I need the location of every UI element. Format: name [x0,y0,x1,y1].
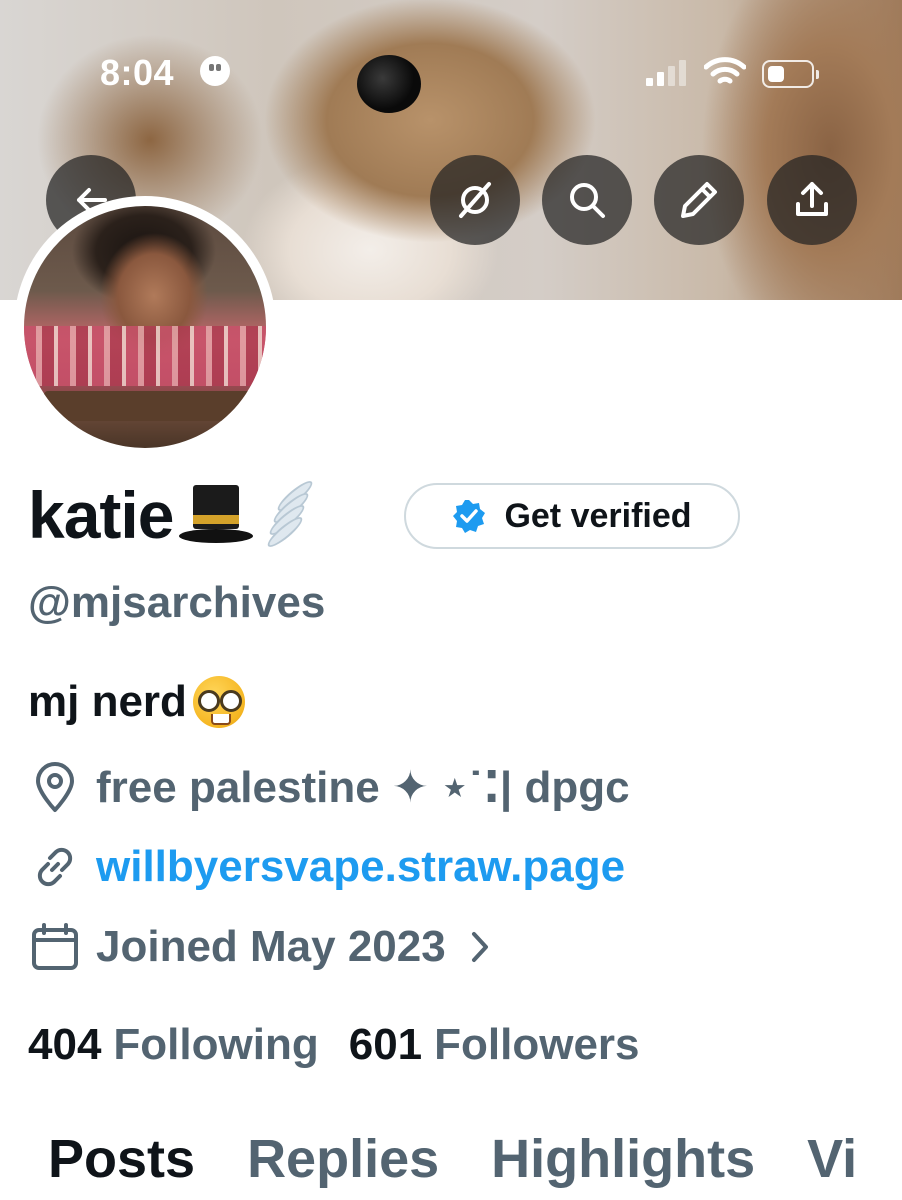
profile-website[interactable]: willbyersvape.straw.page [28,840,625,894]
profile-location: free palestine ✦ ⋆˙⁚| dpgc [28,760,630,814]
edit-profile-button[interactable] [654,155,744,245]
following-label: Following [113,1020,319,1069]
map-pin-icon [36,762,74,812]
tab-highlights[interactable]: Highlights [491,1128,755,1190]
calendar-icon [32,923,78,970]
nerd-face-emoji-icon [192,676,245,728]
location-text: free palestine ✦ ⋆˙⁚| dpgc [96,762,630,812]
follow-stats: 404 Following 601 Followers [28,1020,640,1070]
grok-button[interactable] [430,155,520,245]
get-verified-label: Get verified [504,496,692,535]
wing-emoji-icon [264,477,317,551]
status-time: 8:04 [100,52,175,93]
link-icon [37,847,73,887]
joined-text: Joined May 2023 [96,922,446,971]
search-button[interactable] [542,155,632,245]
followers-count: 601 [348,1020,423,1069]
share-button[interactable] [767,155,857,245]
pencil-icon [681,182,717,218]
get-verified-button[interactable]: Get verified [404,483,740,549]
profile-handle: @mjsarchives [28,578,326,627]
website-link[interactable]: willbyersvape.straw.page [96,842,625,892]
name-row: katie [28,477,317,552]
profile-avatar[interactable] [14,196,276,458]
profile-tabs: Posts Replies Highlights Vi [48,1128,902,1190]
bio-text: mj nerd [28,677,187,726]
avatar-image [24,206,266,448]
tab-posts[interactable]: Posts [48,1128,195,1190]
display-name: katie [28,478,174,552]
following-count: 404 [28,1020,102,1069]
wifi-icon [703,56,747,88]
cellular-signal-icon [646,60,688,86]
tab-videos[interactable]: Vi [807,1128,857,1190]
share-icon [796,182,828,216]
status-smiley-icon [200,56,230,86]
banner-rabbit-eye [357,55,421,113]
followers-label: Followers [434,1020,640,1069]
following-stat[interactable]: 404 Following [28,1020,319,1070]
profile-joined[interactable]: Joined May 2023 [28,920,510,974]
tab-replies[interactable]: Replies [247,1128,439,1190]
top-hat-emoji-icon [177,485,254,545]
search-icon [570,183,605,218]
circle-slash-icon [459,182,491,218]
battery-icon [762,60,819,88]
profile-bio: mj nerd [28,676,245,728]
verified-badge-icon [453,500,486,533]
chevron-right-icon [471,932,488,962]
followers-stat[interactable]: 601 Followers [349,1020,640,1070]
